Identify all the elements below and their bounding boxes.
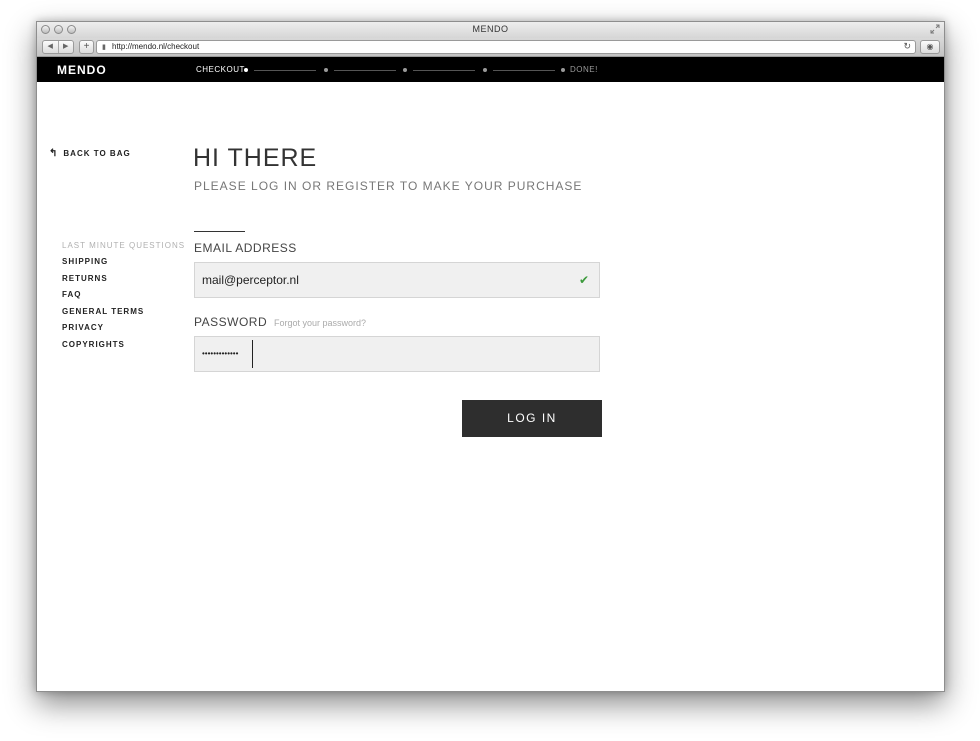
sidebar-link-privacy[interactable]: PRIVACY — [62, 323, 144, 340]
step-line-3 — [413, 69, 475, 71]
address-bar[interactable]: ▮ http://mendo.nl/checkout ↻ — [96, 40, 916, 54]
reader-icon[interactable]: ◉ — [920, 40, 940, 54]
sidebar-link-copyrights[interactable]: COPYRIGHTS — [62, 340, 144, 357]
step-checkout-label: CHECKOUT — [196, 65, 245, 74]
step-dot-3 — [403, 68, 407, 72]
back-arrow-icon[interactable]: ◀ — [43, 41, 59, 53]
plus-icon[interactable]: + — [79, 40, 94, 54]
url-text[interactable]: http://mendo.nl/checkout — [112, 42, 199, 51]
step-line-1 — [254, 69, 316, 71]
email-label: EMAIL ADDRESS — [194, 241, 297, 255]
sidebar-link-faq[interactable]: FAQ — [62, 290, 144, 307]
email-field[interactable]: mail@perceptor.nl ✔ — [194, 262, 600, 298]
section-divider — [194, 231, 245, 232]
sidebar-link-general-terms[interactable]: GENERAL TERMS — [62, 307, 144, 324]
sidebar-link-returns[interactable]: RETURNS — [62, 274, 144, 291]
step-dot-1 — [244, 68, 248, 72]
text-cursor — [252, 340, 253, 368]
step-dot-5 — [561, 68, 565, 72]
reload-icon[interactable]: ↻ — [903, 41, 911, 52]
step-done-label: DONE! — [570, 65, 598, 74]
browser-toolbar: ◀ ▶ + ▮ http://mendo.nl/checkout ↻ ◉ — [37, 38, 944, 57]
site-logo[interactable]: MENDO — [57, 63, 107, 77]
nav-buttons: ◀ ▶ — [42, 40, 74, 54]
page-subtitle: PLEASE LOG IN OR REGISTER TO MAKE YOUR P… — [194, 179, 583, 193]
title-bar: MENDO — [37, 22, 944, 38]
forgot-password-link[interactable]: Forgot your password? — [274, 318, 366, 328]
sidebar-heading: LAST MINUTE QUESTIONS — [62, 241, 186, 250]
forward-arrow-icon[interactable]: ▶ — [59, 41, 74, 53]
password-field[interactable]: ••••••••••••• — [194, 336, 600, 372]
browser-window: MENDO ◀ ▶ + ▮ http://mendo.nl/checkout ↻… — [36, 21, 945, 692]
window-title: MENDO — [472, 24, 509, 34]
page-icon: ▮ — [102, 44, 106, 51]
password-mask: ••••••••••••• — [202, 349, 239, 358]
step-line-4 — [493, 69, 555, 71]
step-dot-2 — [324, 68, 328, 72]
site-header: MENDO CHECKOUT DONE! — [37, 57, 944, 82]
fullscreen-icon[interactable] — [930, 24, 940, 34]
sidebar-link-shipping[interactable]: SHIPPING — [62, 257, 144, 274]
password-label: PASSWORD — [194, 315, 268, 329]
login-button[interactable]: LOG IN — [462, 400, 602, 437]
page-title: HI THERE — [193, 144, 318, 172]
back-to-bag-link[interactable]: ↰ BACK TO BAG — [49, 148, 131, 159]
back-arrow-icon: ↰ — [49, 148, 59, 159]
step-line-2 — [334, 69, 396, 71]
email-value: mail@perceptor.nl — [202, 273, 299, 287]
checkmark-icon: ✔ — [578, 273, 589, 287]
sidebar-links: SHIPPING RETURNS FAQ GENERAL TERMS PRIVA… — [62, 257, 144, 357]
step-dot-4 — [483, 68, 487, 72]
back-to-bag-label: BACK TO BAG — [63, 149, 131, 158]
